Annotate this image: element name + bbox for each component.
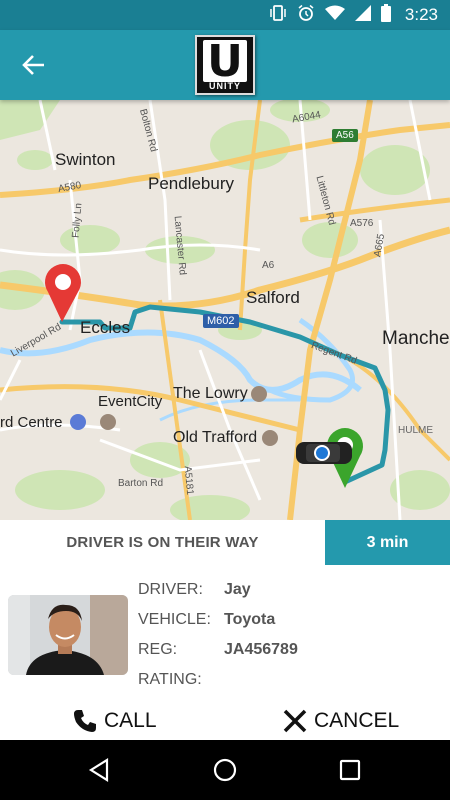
app-logo: U UNITY bbox=[195, 35, 255, 95]
district-label: HULME bbox=[398, 425, 434, 436]
road-label: A6 bbox=[262, 260, 275, 271]
clock-time: 3:23 bbox=[404, 5, 438, 24]
rating-label: RATING: bbox=[138, 671, 202, 688]
event-venue-icon bbox=[100, 414, 116, 430]
nav-recents-button[interactable] bbox=[335, 755, 365, 785]
vibrate-icon bbox=[269, 4, 287, 27]
close-icon bbox=[283, 709, 307, 733]
shopping-icon bbox=[70, 414, 86, 430]
battery-icon bbox=[380, 3, 391, 27]
driver-name: Jay bbox=[224, 581, 251, 598]
place-label: The Lowry bbox=[173, 385, 248, 402]
call-button[interactable]: CALL bbox=[72, 706, 157, 736]
place-label: Swinton bbox=[55, 150, 116, 169]
square-recents-icon bbox=[339, 759, 361, 781]
cancel-button[interactable]: CANCEL bbox=[282, 706, 399, 736]
place-label: rd Centre bbox=[0, 414, 63, 431]
road-shield: A56 bbox=[332, 129, 358, 142]
logo-letter: U bbox=[203, 40, 247, 84]
phone-icon bbox=[74, 710, 96, 732]
reg-label: REG: bbox=[138, 641, 178, 658]
stadium-icon bbox=[262, 430, 278, 446]
status-bar: 3:23 bbox=[0, 0, 450, 30]
driver-label: DRIVER: bbox=[138, 581, 203, 598]
triangle-back-icon bbox=[88, 758, 109, 782]
alarm-icon bbox=[297, 4, 315, 27]
motorway-shield: M602 bbox=[203, 314, 239, 328]
eta-badge: 3 min bbox=[325, 520, 450, 565]
road-label: Barton Rd bbox=[118, 478, 164, 489]
back-button[interactable] bbox=[18, 50, 52, 80]
car-icon bbox=[296, 442, 352, 464]
signal-icon bbox=[354, 4, 371, 26]
call-label: CALL bbox=[104, 709, 157, 732]
theatre-icon bbox=[251, 386, 267, 402]
trip-status-text: DRIVER IS ON THEIR WAY bbox=[0, 520, 325, 565]
driver-photo bbox=[8, 595, 128, 675]
place-label: Eccles bbox=[80, 318, 131, 337]
route-map[interactable]: Swinton Pendlebury Salford Eccles Manche… bbox=[0, 100, 450, 520]
vehicle-label: VEHICLE: bbox=[138, 611, 211, 628]
place-label: Pendlebury bbox=[148, 174, 235, 193]
trip-status-row: DRIVER IS ON THEIR WAY 3 min bbox=[0, 520, 450, 565]
reg-value: JA456789 bbox=[224, 641, 298, 658]
place-label: EventCity bbox=[98, 393, 163, 410]
driver-card: DRIVER: Jay VEHICLE: Toyota REG: JA45678… bbox=[0, 575, 450, 700]
vehicle-value: Toyota bbox=[224, 611, 276, 628]
circle-home-icon bbox=[213, 758, 237, 782]
app-bar: U UNITY bbox=[0, 30, 450, 100]
place-label: Manche bbox=[382, 328, 450, 349]
road-label: A576 bbox=[350, 218, 374, 229]
place-label: Salford bbox=[246, 288, 300, 307]
wifi-icon bbox=[324, 5, 345, 26]
cancel-label: CANCEL bbox=[314, 709, 400, 732]
driver-avatar-icon bbox=[8, 595, 128, 675]
logo-text: UNITY bbox=[209, 81, 241, 91]
action-bar: CALL CANCEL bbox=[0, 700, 450, 742]
nav-home-button[interactable] bbox=[210, 755, 240, 785]
nav-back-button[interactable] bbox=[85, 755, 115, 785]
place-label: Old Trafford bbox=[173, 429, 258, 446]
system-nav-bar bbox=[0, 740, 450, 800]
arrow-back-icon bbox=[22, 55, 44, 75]
